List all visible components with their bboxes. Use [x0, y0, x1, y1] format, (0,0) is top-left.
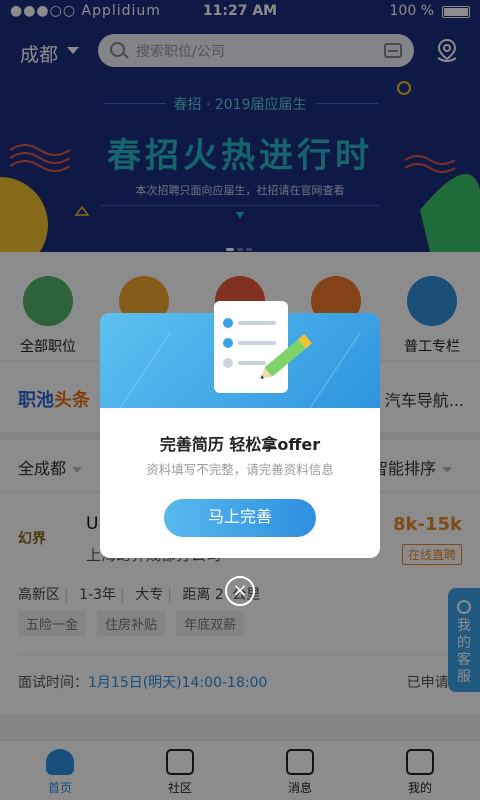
close-icon[interactable]: × — [225, 576, 255, 606]
complete-now-button[interactable]: 马上完善 — [164, 499, 316, 537]
dialog-title: 完善简历 轻松拿offer — [159, 435, 321, 454]
complete-resume-dialog: 完善简历 轻松拿offer 资料填写不完整，请完善资料信息 马上完善 — [100, 301, 380, 558]
dialog-description: 资料填写不完整，请完善资料信息 — [146, 462, 334, 477]
resume-icon — [214, 301, 312, 393]
